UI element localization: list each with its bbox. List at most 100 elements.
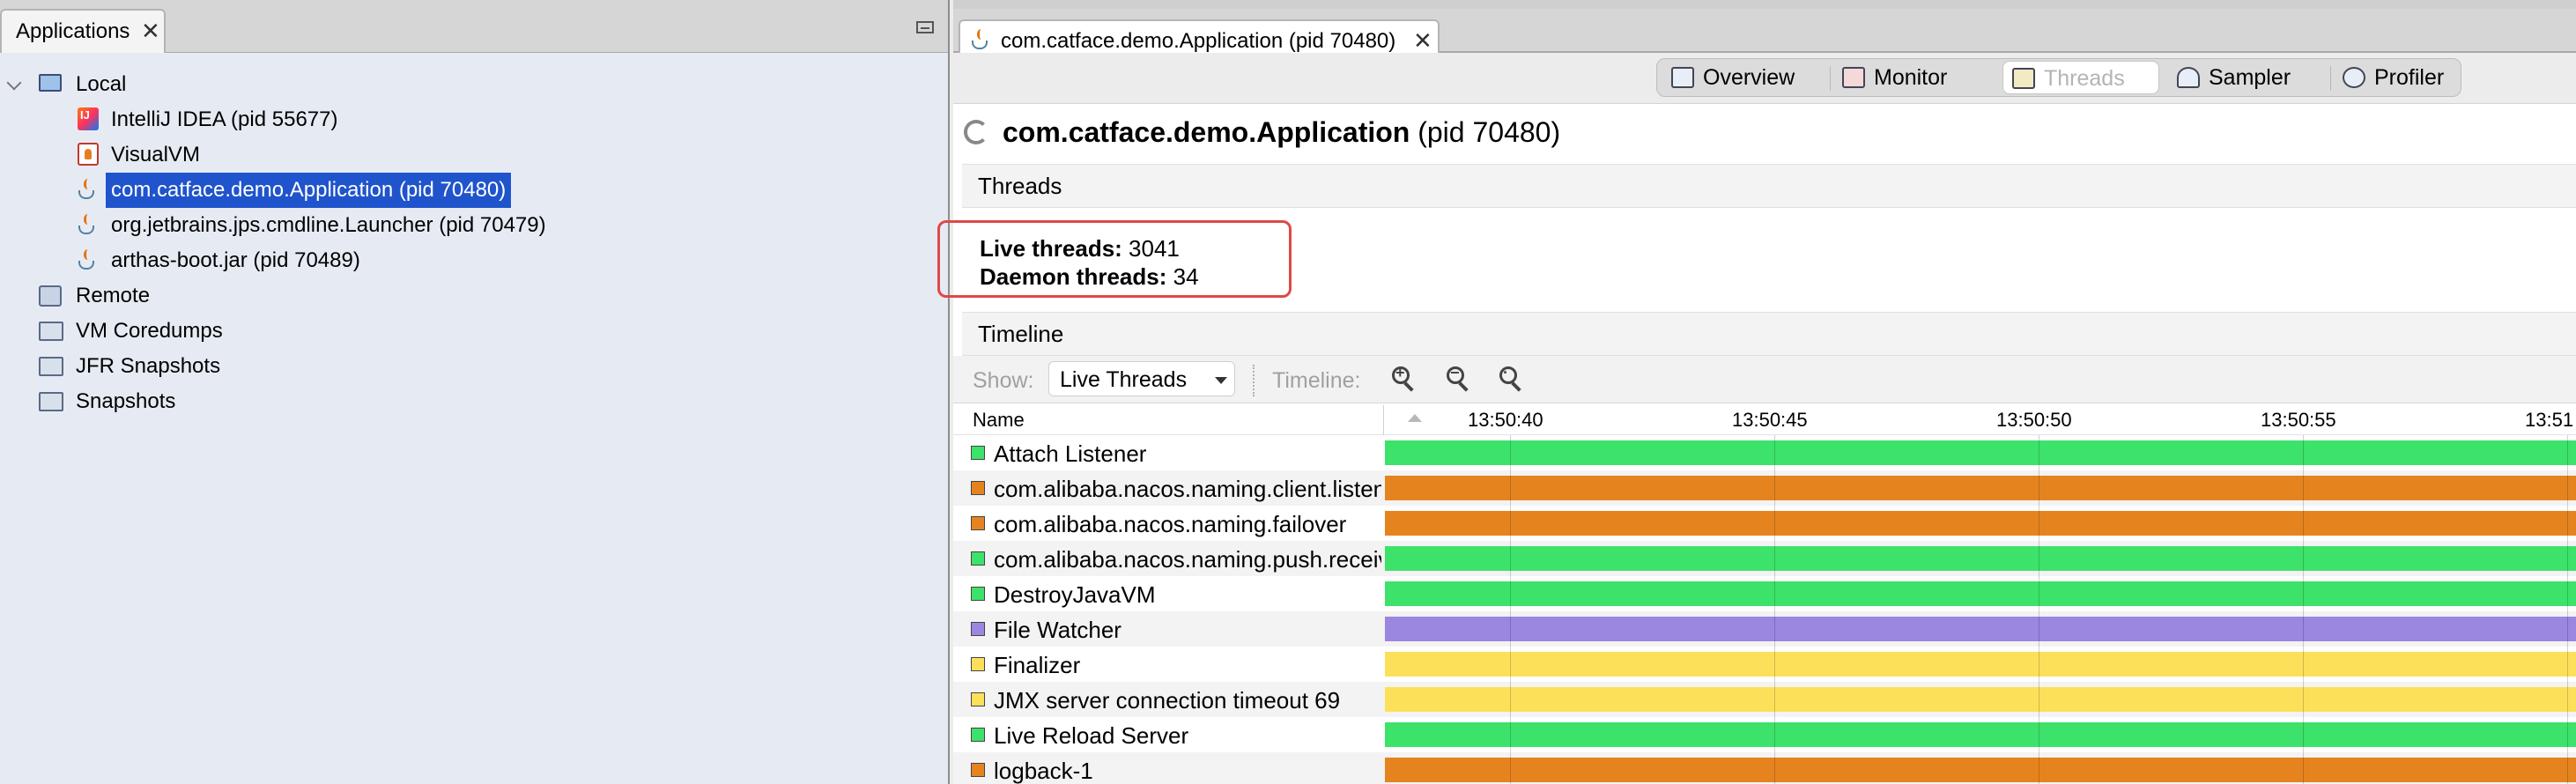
visualvm-icon [78,143,99,166]
doc-tab-label: com.catface.demo.Application (pid 70480) [1001,29,1396,53]
java-icon [76,178,99,203]
zoom-in-button[interactable]: + [1390,364,1420,395]
highlight-annotation [937,220,1292,298]
jfr-snapshots-icon [39,357,63,376]
thread-state-swatch [971,551,985,566]
tree-node-label: Snapshots [76,389,176,413]
thread-name: com.alibaba.nacos.naming.failover [994,511,1347,537]
left-tab-bar: Applications ✕ [0,0,948,53]
thread-state-bar [1385,440,2576,465]
thread-state-bar [1385,511,2576,536]
timeline-gridline [2303,435,2304,784]
timeline-gridline [1774,435,1775,784]
tree-node-label: arthas-boot.jar (pid 70489) [111,248,360,272]
close-icon[interactable]: ✕ [141,18,160,45]
table-row[interactable]: com.alibaba.nacos.naming.push.receiver [953,541,2576,576]
zoom-in-icon: + [1395,364,1405,381]
thread-name: logback-1 [994,758,1093,784]
timeline-gridline [2567,435,2568,784]
threads-table-body: Attach Listener com.alibaba.nacos.naming… [953,435,2576,784]
zoom-out-button[interactable]: − [1445,364,1475,395]
java-icon [76,248,99,273]
thread-state-swatch [971,763,985,777]
thread-name: File Watcher [994,617,1121,643]
applications-tab[interactable]: Applications ✕ [0,9,166,53]
thread-name: Attach Listener [994,440,1147,467]
table-row[interactable]: logback-1 [953,752,2576,784]
timeline-gridline [1510,435,1511,784]
monitor-graph-icon [1842,67,1865,88]
chevron-down-icon[interactable] [6,75,22,91]
table-row[interactable]: com.alibaba.nacos.naming.client.listener [953,470,2576,506]
tree-node-label: VisualVM [111,143,200,166]
zoom-out-icon: − [1450,364,1460,381]
timeline-toolbar: Show: Live Threads Timeline: + − · [953,356,2576,403]
time-tick: 13:51 [2525,409,2574,431]
thread-state-swatch [971,446,985,460]
time-tick: 13:50:50 [1996,409,2072,431]
thread-state-bar [1385,758,2576,782]
zoom-fit-icon: · [1503,364,1508,381]
tab-label: Threads [2044,66,2125,91]
tab-overview[interactable]: Overview [1662,61,1826,94]
thread-state-swatch [971,657,985,671]
applications-tab-label: Applications [16,19,130,43]
table-row[interactable]: DestroyJavaVM [953,576,2576,611]
tree-node-label: IntelliJ IDEA (pid 55677) [111,107,338,131]
table-row[interactable]: File Watcher [953,611,2576,647]
thread-state-swatch [971,481,985,495]
minimize-icon[interactable] [916,21,934,33]
app-pid: (pid 70480) [1410,116,1561,148]
view-toolbar: Overview Monitor Threads Sampler Profile… [953,53,2576,104]
table-row[interactable]: Finalizer [953,647,2576,682]
thread-name: Finalizer [994,652,1081,678]
zoom-fit-button[interactable]: · [1498,364,1528,395]
view-switcher: Overview Monitor Threads Sampler Profile… [1656,58,2461,97]
table-row[interactable]: com.alibaba.nacos.naming.failover [953,506,2576,541]
application-header: com.catface.demo.Application (pid 70480) [953,104,2576,162]
java-icon [76,213,99,238]
thread-state-bar [1385,581,2576,606]
thread-state-swatch [971,728,985,742]
section-title: Threads [978,173,1062,199]
thread-state-bar [1385,617,2576,641]
show-select-value: Live Threads [1060,367,1188,392]
profiler-clock-icon [2343,67,2365,88]
thread-state-bar [1385,687,2576,712]
overview-icon [1671,67,1694,88]
intellij-icon [78,107,99,130]
tab-label: Profiler [2374,65,2445,90]
show-label: Show: [973,368,1034,393]
tree-node-label: JFR Snapshots [76,354,221,378]
close-icon[interactable]: ✕ [1413,27,1432,55]
local-host-icon [39,74,62,92]
tree-node-label: VM Coredumps [76,319,223,343]
name-column-header[interactable]: Name [973,409,1025,432]
thread-name: DestroyJavaVM [994,581,1156,608]
table-row[interactable]: Live Reload Server [953,717,2576,752]
applications-tree: Local IntelliJ IDEA (pid 55677) VisualVM… [0,55,948,784]
threads-icon [2012,68,2035,89]
tab-label: Monitor [1874,65,1948,90]
tab-sampler[interactable]: Sampler [2168,61,2327,94]
tab-threads[interactable]: Threads [2002,61,2159,94]
sampler-icon [2177,67,2200,88]
table-row[interactable]: JMX server connection timeout 69 [953,682,2576,717]
thread-state-bar [1385,476,2576,500]
threads-table-header: Name 13:50:40 13:50:45 13:50:50 13:50:55… [953,405,2576,435]
tab-monitor[interactable]: Monitor [1833,61,1992,94]
show-select[interactable]: Live Threads [1048,361,1235,396]
time-tick: 13:50:55 [2261,409,2336,431]
java-icon [969,28,992,53]
application-view: com.catface.demo.Application (pid 70480)… [953,0,2576,784]
tab-profiler[interactable]: Profiler [2334,61,2459,94]
table-row[interactable]: Attach Listener [953,435,2576,470]
threads-section-header: Threads [962,164,2576,208]
chevron-down-icon [1215,377,1227,384]
applications-panel: Applications ✕ Local IntelliJ IDEA (pid … [0,0,950,784]
coredumps-icon [39,322,63,341]
remote-host-icon [39,285,62,307]
document-tab-bar: com.catface.demo.Application (pid 70480)… [953,0,2576,62]
loading-spinner-icon [964,120,988,144]
column-divider[interactable] [1383,405,1384,435]
